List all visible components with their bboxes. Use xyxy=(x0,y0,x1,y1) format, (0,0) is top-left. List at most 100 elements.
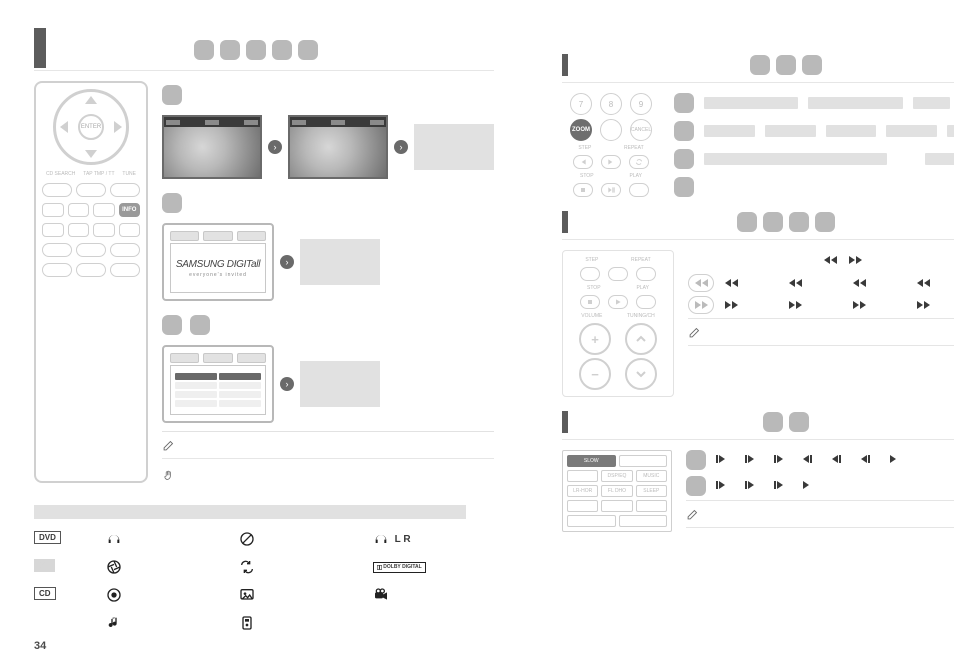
tv-menu-screenshot xyxy=(162,345,274,423)
legend-item xyxy=(373,587,494,603)
next-icon xyxy=(601,155,621,169)
play-pause-icon xyxy=(601,183,621,197)
enter-button: ENTER xyxy=(78,114,104,140)
note-line xyxy=(162,431,494,452)
rewind-button-icon xyxy=(688,274,714,292)
instruction-lines xyxy=(674,93,954,197)
disc-chip xyxy=(194,40,214,60)
stop-icon xyxy=(573,183,593,197)
transport-illustration: STEPREPEAT STOPPLAY VOLUMETUNING/CH + − xyxy=(562,250,674,397)
legend-item xyxy=(239,559,360,575)
page-right: 7 8 9 ZOOM CANCEL STEPREPEAT xyxy=(528,0,954,666)
ch-up-icon xyxy=(625,323,657,355)
sequence-row xyxy=(688,296,954,314)
tv-screenshot xyxy=(162,115,262,179)
headphones-icon xyxy=(106,531,122,547)
heading-row xyxy=(194,40,494,60)
steps-column: › › SAMSUNG DIGITall everyone's invited xyxy=(162,81,494,483)
enter-label: ENTER xyxy=(81,124,101,130)
dolby-badge: ▯▯DOLBY DIGITAL xyxy=(373,562,426,573)
disc-chip xyxy=(737,212,757,232)
page-number: 34 xyxy=(34,640,46,652)
legend-item xyxy=(239,531,360,547)
slow-panel-illustration: SLOW DSP/EQMUSIC LR-HORFL DHOSLEEP xyxy=(562,450,672,532)
screen-row-2: SAMSUNG DIGITall everyone's invited › xyxy=(162,223,494,301)
hand-stop-icon xyxy=(162,469,176,483)
legend-item xyxy=(106,559,227,575)
repeat-icon xyxy=(629,155,649,169)
tv-menu-screenshot: SAMSUNG DIGITall everyone's invited xyxy=(162,223,274,301)
warning-line xyxy=(162,469,494,483)
info-button: INFO xyxy=(119,203,141,217)
nav-ring: ENTER xyxy=(53,89,129,165)
aperture-icon xyxy=(106,559,122,575)
legend-item xyxy=(239,587,360,603)
lr-text: L R xyxy=(395,534,411,545)
key-7: 7 xyxy=(570,93,592,115)
photo-icon xyxy=(239,587,255,603)
repeat-icon xyxy=(239,559,255,575)
disc-chip xyxy=(246,40,266,60)
legend-heading-bar xyxy=(34,505,466,519)
divider xyxy=(34,70,494,71)
no-icon xyxy=(239,531,255,547)
slow-block: SLOW DSP/EQMUSIC LR-HORFL DHOSLEEP xyxy=(562,450,954,532)
play-icon xyxy=(890,455,896,465)
pencil-note-icon xyxy=(688,325,702,339)
screen-logo: SAMSUNG DIGITall xyxy=(176,259,260,270)
disc-chip xyxy=(776,55,796,75)
disc-chip-row xyxy=(194,40,318,60)
disc-chip xyxy=(220,40,240,60)
disc-chip xyxy=(763,412,783,432)
result-placeholder xyxy=(414,124,494,170)
prev-icon xyxy=(573,155,593,169)
keypad-block: 7 8 9 ZOOM CANCEL STEPREPEAT xyxy=(562,93,954,197)
legend-item: L R xyxy=(373,531,494,547)
tv-screenshot xyxy=(288,115,388,179)
legend-item xyxy=(106,587,227,603)
remote-illustration: ENTER CD SEARCH TAP TMP / TT TUNE INFO xyxy=(34,81,148,483)
camcorder-icon xyxy=(373,587,389,603)
rewind-forward-header xyxy=(688,250,954,270)
play-icon xyxy=(803,481,809,491)
disc-type-badge: DVD xyxy=(34,531,61,544)
forward-icon xyxy=(849,256,862,264)
disc-chip xyxy=(802,55,822,75)
music-note-icon xyxy=(106,615,122,631)
transport-block: STEPREPEAT STOPPLAY VOLUMETUNING/CH + − xyxy=(562,250,954,397)
arrow-icon: › xyxy=(268,140,282,154)
result-placeholder xyxy=(300,239,380,285)
disc-chip xyxy=(815,212,835,232)
legend-item xyxy=(106,615,227,631)
key-8: 8 xyxy=(600,93,622,115)
stop-icon xyxy=(580,295,600,309)
disc-chip xyxy=(298,40,318,60)
ch-down-icon xyxy=(625,358,657,390)
section-heading xyxy=(562,54,954,76)
slow-button: SLOW xyxy=(567,455,616,467)
result-placeholder xyxy=(300,361,380,407)
screen-tagline: everyone's invited xyxy=(189,272,247,278)
section-heading xyxy=(562,411,954,433)
slow-sequences xyxy=(686,450,954,532)
zoom-button: ZOOM xyxy=(570,119,592,141)
legend-item: ▯▯DOLBY DIGITAL xyxy=(373,559,494,575)
rewind-icon xyxy=(824,256,837,264)
key-9: 9 xyxy=(630,93,652,115)
step-number-icon xyxy=(162,193,182,213)
disc-chip xyxy=(763,212,783,232)
page-left: ENTER CD SEARCH TAP TMP / TT TUNE INFO xyxy=(0,0,528,666)
arrow-icon: › xyxy=(280,255,294,269)
note-box xyxy=(688,318,954,346)
step-back-icon xyxy=(803,455,812,465)
screen-row-3: › xyxy=(162,345,494,423)
step-number-icon xyxy=(190,315,210,335)
arrow-icon: › xyxy=(394,140,408,154)
step-number-icon xyxy=(162,85,182,105)
pencil-note-icon xyxy=(686,507,700,521)
section-marker xyxy=(34,28,46,68)
disc-chip xyxy=(789,412,809,432)
disc-type-badge: XX xyxy=(34,559,55,572)
note-box xyxy=(686,500,954,528)
device-icon xyxy=(239,615,255,631)
